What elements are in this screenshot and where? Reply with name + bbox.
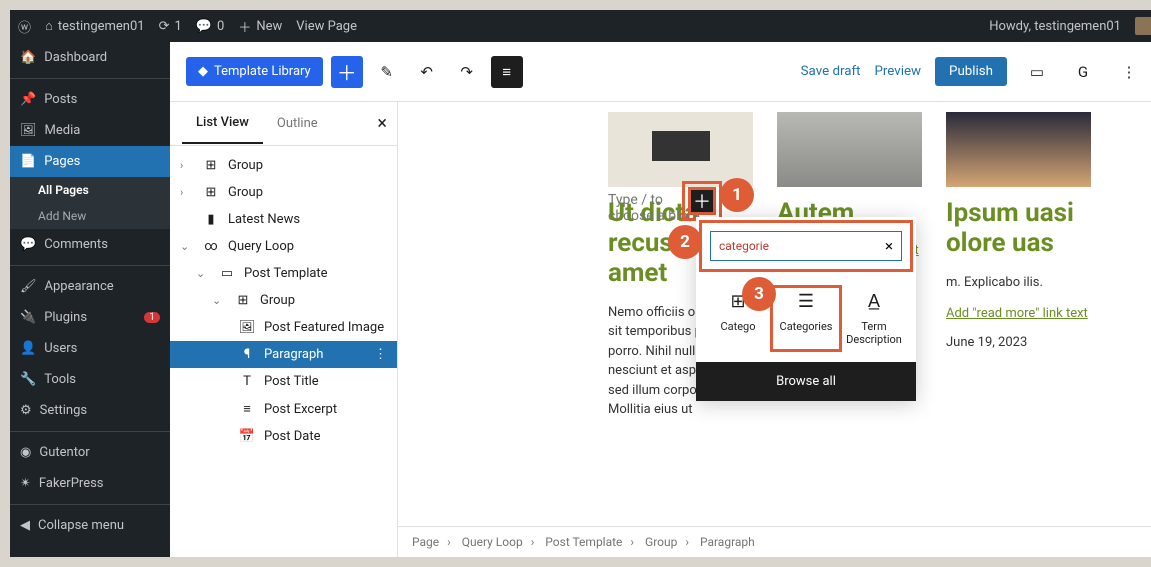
sidebar-item-plugins[interactable]: 🔌 Plugins1 xyxy=(10,302,170,333)
template-library-button[interactable]: ◆ Template Library xyxy=(186,57,323,86)
annotation-marker-2: 2 xyxy=(668,225,702,259)
tree-group[interactable]: ›⊞Group xyxy=(170,152,397,179)
tree-posttemplate[interactable]: ⌄▭Post Template xyxy=(170,260,397,287)
annotation-marker-1: 1 xyxy=(720,178,754,212)
tree-latest[interactable]: ▮Latest News xyxy=(170,206,397,233)
clear-search-icon[interactable]: × xyxy=(885,237,893,255)
save-draft-button[interactable]: Save draft xyxy=(801,64,861,79)
tree-group[interactable]: ›⊞Group xyxy=(170,179,397,206)
tab-listview[interactable]: List View xyxy=(182,103,263,144)
block-search-input[interactable] xyxy=(719,239,885,253)
featured-image xyxy=(777,112,922,187)
post-col-3: Ipsum uasi olore uas m. Explicabo ilis. … xyxy=(946,112,1091,420)
sidebar-item-appearance[interactable]: 🖌 Appearance xyxy=(10,271,170,302)
readmore-link[interactable]: Add "read more" link text xyxy=(946,306,1091,321)
site-name[interactable]: ⌂ testingemen01 xyxy=(45,18,145,34)
sidebar-item-tools[interactable]: 🔧 Tools xyxy=(10,364,170,395)
add-block-button[interactable]: ＋ xyxy=(331,56,363,88)
undo-icon[interactable]: ↶ xyxy=(411,56,443,88)
editor-canvas[interactable]: Ut dicta recusan dae amet Nemo officiis … xyxy=(398,102,1151,557)
wp-logo[interactable]: ⓦ xyxy=(18,17,31,36)
featured-image xyxy=(608,112,753,187)
sidebar-item-comments[interactable]: 💬 Comments xyxy=(10,229,170,260)
tree-posttitle[interactable]: TPost Title xyxy=(170,368,397,395)
howdy[interactable]: Howdy, testingemen01 xyxy=(989,19,1121,34)
sidebar-item-pages[interactable]: 📄 Pages xyxy=(10,146,170,177)
tree-featimg[interactable]: 🖼Post Featured Image xyxy=(170,314,397,341)
new-content[interactable]: ＋ New xyxy=(238,17,282,36)
redo-icon[interactable]: ↷ xyxy=(451,56,483,88)
preview-button[interactable]: Preview xyxy=(874,64,921,79)
featured-image xyxy=(946,112,1091,187)
browse-all-button[interactable]: Browse all xyxy=(696,362,916,401)
sidebar-item-gutentor[interactable]: ◉ Gutentor xyxy=(10,437,170,468)
sidebar-sub-addnew[interactable]: Add New xyxy=(10,203,170,229)
updates[interactable]: ⟳ 1 xyxy=(159,19,182,34)
sidebar-item-dashboard[interactable]: 🏠 Dashboard xyxy=(10,42,170,73)
gutentor-icon[interactable]: G xyxy=(1067,56,1099,88)
tab-outline[interactable]: Outline xyxy=(263,104,332,143)
block-option-term-description[interactable]: A̲Term Description xyxy=(844,291,904,346)
post-date: June 19, 2023 xyxy=(946,335,1091,350)
sidebar-sub-allpages[interactable]: All Pages xyxy=(10,177,170,203)
sidebar-item-media[interactable]: 🖼 Media xyxy=(10,115,170,146)
sidebar-toggle-icon[interactable]: ▭ xyxy=(1021,56,1053,88)
sidebar-item-settings[interactable]: ⚙ Settings xyxy=(10,395,170,426)
admin-sidebar: 🏠 Dashboard 📌 Posts 🖼 Media 📄 Pages All … xyxy=(10,42,170,557)
inline-inserter-button[interactable]: ＋ xyxy=(688,187,716,215)
comments-count[interactable]: 💬 0 xyxy=(196,19,225,34)
term-description-icon: A̲ xyxy=(868,291,880,312)
sidebar-item-posts[interactable]: 📌 Posts xyxy=(10,84,170,115)
edit-icon[interactable]: ✎ xyxy=(371,56,403,88)
annotation-marker-3: 3 xyxy=(742,277,776,311)
close-listview-icon[interactable]: × xyxy=(377,113,387,134)
tree-postdate[interactable]: 📅Post Date xyxy=(170,423,397,450)
sidebar-item-users[interactable]: 👤 Users xyxy=(10,333,170,364)
avatar[interactable] xyxy=(1135,17,1151,35)
block-option-categories[interactable]: ☰Categories xyxy=(776,291,836,346)
sidebar-item-fakerpress[interactable]: ✴ FakerPress xyxy=(10,468,170,499)
listview-panel: List View Outline × ›⊞Group ›⊞Group ▮Lat… xyxy=(170,102,398,557)
more-icon[interactable]: ⋮ xyxy=(1113,56,1145,88)
listview-toggle[interactable]: ≡ xyxy=(491,56,523,88)
tree-group[interactable]: ⌄⊞Group xyxy=(170,287,397,314)
view-page[interactable]: View Page xyxy=(296,19,357,34)
admin-bar: ⓦ ⌂ testingemen01 ⟳ 1 💬 0 ＋ New View Pag… xyxy=(10,10,1151,42)
post-title: Ipsum uasi olore uas xyxy=(946,199,1091,259)
editor-toolbar: ◆ Template Library ＋ ✎ ↶ ↷ ≡ Save draft … xyxy=(170,42,1151,102)
post-body: m. Explicabo ilis. xyxy=(946,273,1091,293)
block-breadcrumbs[interactable]: Page› Query Loop› Post Template› Group› … xyxy=(398,526,1151,557)
tree-queryloop[interactable]: ⌄∞Query Loop xyxy=(170,233,397,260)
block-inserter-popover: × ⊞Catego ☰Categories A̲Term Description… xyxy=(696,217,916,401)
sidebar-collapse[interactable]: ◀ Collapse menu xyxy=(10,510,170,541)
tree-postexcerpt[interactable]: ≡Post Excerpt xyxy=(170,395,397,423)
tree-paragraph[interactable]: ¶Paragraph⋮ xyxy=(170,341,397,368)
categories-icon: ☰ xyxy=(798,291,814,312)
publish-button[interactable]: Publish xyxy=(935,57,1007,86)
